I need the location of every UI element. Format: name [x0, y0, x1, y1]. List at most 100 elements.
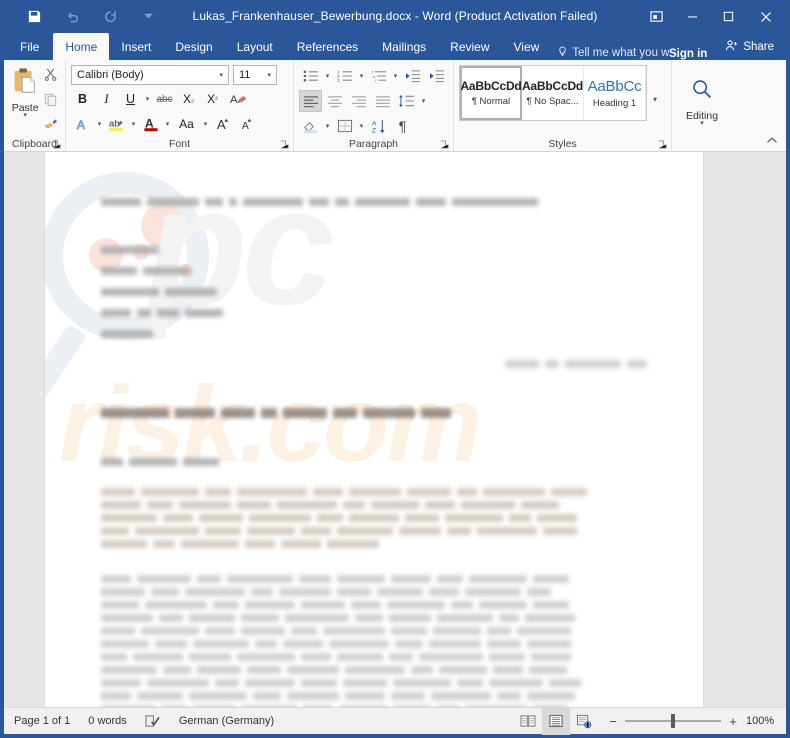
justify-button[interactable]	[371, 90, 394, 112]
word-count[interactable]: 0 words	[88, 715, 127, 727]
align-center-button[interactable]	[323, 90, 346, 112]
style-heading-1[interactable]: AaBbCc Heading 1	[584, 66, 646, 120]
redacted-word	[281, 540, 321, 548]
underline-button[interactable]: U	[119, 88, 142, 110]
multilevel-list-icon[interactable]: 1ai	[367, 65, 390, 87]
copy-icon[interactable]	[43, 92, 58, 112]
bullets-icon[interactable]	[299, 65, 322, 87]
zoom-in-button[interactable]: +	[728, 714, 738, 729]
shrink-font-icon[interactable]: A	[235, 113, 258, 135]
change-case-button[interactable]: Aa	[173, 113, 200, 135]
tab-file[interactable]: File	[4, 33, 53, 60]
minimize-icon[interactable]	[674, 0, 710, 33]
redo-icon[interactable]	[98, 6, 122, 28]
document-text[interactable]	[45, 152, 703, 707]
cut-icon[interactable]	[43, 67, 58, 87]
font-name-dropdown-icon[interactable]: ▾	[216, 71, 226, 79]
style-normal[interactable]: AaBbCcDd ¶ Normal	[460, 66, 522, 120]
tab-home[interactable]: Home	[53, 33, 110, 60]
borders-icon[interactable]	[333, 115, 356, 137]
editing-group-label	[672, 136, 732, 151]
shading-dropdown-icon[interactable]: ▾	[323, 122, 332, 130]
increase-indent-icon[interactable]	[425, 65, 448, 87]
redacted-word	[509, 514, 531, 522]
subscript-button[interactable]: X₂	[177, 88, 200, 110]
zoom-control[interactable]: − +	[608, 714, 738, 729]
zoom-out-button[interactable]: −	[608, 714, 618, 729]
save-icon[interactable]	[22, 6, 46, 28]
tab-references[interactable]: References	[285, 33, 370, 60]
tab-mailings[interactable]: Mailings	[370, 33, 438, 60]
show-formatting-marks-button[interactable]: ¶	[391, 115, 414, 137]
maximize-icon[interactable]	[710, 0, 746, 33]
font-size-input[interactable]: 11 ▾	[233, 65, 277, 85]
tab-layout[interactable]: Layout	[225, 33, 285, 60]
editing-dropdown-icon[interactable]: ▾	[700, 120, 704, 127]
grow-font-icon[interactable]: A	[211, 113, 234, 135]
redacted-word	[527, 640, 571, 648]
page-count[interactable]: Page 1 of 1	[14, 715, 70, 727]
clear-formatting-icon[interactable]: A	[225, 88, 252, 110]
print-layout-icon[interactable]	[542, 707, 570, 735]
multilevel-dropdown-icon[interactable]: ▾	[391, 72, 400, 80]
tab-insert[interactable]: Insert	[109, 33, 163, 60]
align-right-button[interactable]	[347, 90, 370, 112]
read-mode-icon[interactable]	[514, 708, 542, 735]
proofing-errors-icon[interactable]	[145, 714, 161, 728]
strikethrough-button[interactable]: abc	[153, 88, 176, 110]
paste-button[interactable]: Paste ▾	[9, 63, 41, 137]
undo-icon[interactable]	[60, 6, 84, 28]
change-case-dropdown-icon[interactable]: ▾	[201, 120, 210, 128]
redacted-word	[193, 705, 235, 707]
document-canvas[interactable]: pc risk.com	[4, 152, 786, 707]
text-effects-dropdown-icon[interactable]: ▾	[95, 120, 104, 128]
numbering-icon[interactable]: 123	[333, 65, 356, 87]
paragraph-dialog-launcher-icon[interactable]	[440, 140, 449, 149]
underline-dropdown-icon[interactable]: ▾	[143, 95, 152, 103]
clipboard-dialog-launcher-icon[interactable]	[52, 140, 61, 149]
ribbon-display-options-icon[interactable]	[638, 0, 674, 33]
style-no-spacing[interactable]: AaBbCcDd ¶ No Spac...	[522, 66, 584, 120]
align-left-button[interactable]	[299, 90, 322, 112]
tab-view[interactable]: View	[502, 33, 552, 60]
web-layout-icon[interactable]	[570, 708, 598, 735]
text-highlight-color-icon[interactable]: ab	[105, 113, 128, 135]
highlight-dropdown-icon[interactable]: ▾	[129, 120, 138, 128]
tell-me-box[interactable]: Tell me what you war	[557, 46, 669, 60]
tab-design[interactable]: Design	[163, 33, 224, 60]
borders-dropdown-icon[interactable]: ▾	[357, 122, 366, 130]
zoom-slider-thumb[interactable]	[671, 714, 675, 728]
bold-button[interactable]: B	[71, 88, 94, 110]
italic-button[interactable]: I	[95, 88, 118, 110]
share-button[interactable]: Share	[715, 33, 786, 60]
format-painter-icon[interactable]	[43, 117, 59, 137]
styles-more-icon[interactable]: ▾	[647, 63, 663, 136]
paste-dropdown-icon[interactable]: ▾	[23, 112, 27, 119]
superscript-button[interactable]: X²	[201, 88, 224, 110]
font-color-dropdown-icon[interactable]: ▾	[163, 120, 172, 128]
tab-review[interactable]: Review	[438, 33, 501, 60]
styles-dialog-launcher-icon[interactable]	[658, 140, 667, 149]
customize-quick-access-icon[interactable]	[136, 6, 160, 28]
numbering-dropdown-icon[interactable]: ▾	[357, 72, 366, 80]
font-name-input[interactable]: Calibri (Body) ▾	[71, 65, 229, 85]
line-spacing-dropdown-icon[interactable]: ▾	[419, 97, 428, 105]
decrease-indent-icon[interactable]	[401, 65, 424, 87]
text-effects-icon[interactable]: A	[71, 113, 94, 135]
font-dialog-launcher-icon[interactable]	[280, 140, 289, 149]
editing-button[interactable]: Editing ▾	[677, 63, 727, 136]
zoom-level[interactable]: 100%	[746, 715, 776, 727]
redacted-word	[101, 679, 141, 687]
close-icon[interactable]	[746, 0, 786, 33]
bullets-dropdown-icon[interactable]: ▾	[323, 72, 332, 80]
line-spacing-icon[interactable]	[395, 90, 418, 112]
shading-icon[interactable]	[299, 115, 322, 137]
zoom-slider[interactable]	[625, 714, 721, 728]
document-page[interactable]: pc risk.com	[45, 152, 703, 707]
sort-icon[interactable]: AZ	[367, 115, 390, 137]
sign-in-button[interactable]: Sign in	[669, 48, 707, 60]
font-size-dropdown-icon[interactable]: ▾	[264, 71, 274, 79]
collapse-ribbon-icon[interactable]	[766, 136, 778, 148]
language-indicator[interactable]: German (Germany)	[179, 715, 274, 727]
font-color-icon[interactable]: A	[139, 113, 162, 135]
